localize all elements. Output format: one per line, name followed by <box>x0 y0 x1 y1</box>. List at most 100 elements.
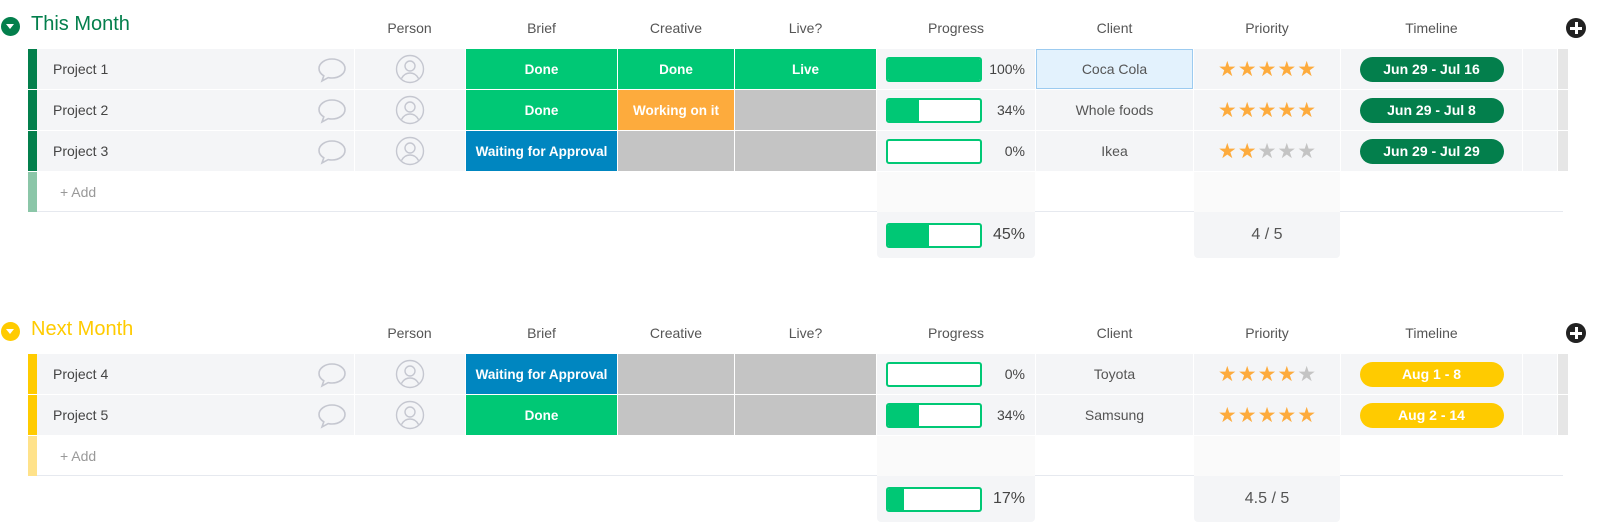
status-brief[interactable]: Done <box>466 395 617 435</box>
column-header-creative[interactable]: Creative <box>618 20 734 36</box>
status-creative[interactable] <box>618 354 734 394</box>
star-icon[interactable]: ★ <box>1218 364 1237 385</box>
person-cell[interactable] <box>355 90 465 130</box>
column-header-brief[interactable]: Brief <box>466 20 617 36</box>
timeline-pill[interactable]: Aug 1 - 8 <box>1359 361 1504 387</box>
star-icon[interactable]: ★ <box>1238 141 1257 162</box>
column-header-live[interactable]: Live? <box>735 325 876 341</box>
star-icon[interactable]: ★ <box>1218 141 1237 162</box>
add-column-icon[interactable] <box>1566 18 1586 38</box>
star-icon[interactable]: ★ <box>1297 405 1316 426</box>
status-brief[interactable]: Waiting for Approval <box>466 131 617 171</box>
row-color-bar <box>28 172 37 212</box>
star-icon[interactable]: ★ <box>1238 405 1257 426</box>
timeline-pill[interactable]: Jun 29 - Jul 16 <box>1359 56 1504 82</box>
item-name[interactable]: Project 3 <box>37 131 354 171</box>
timeline-cell: Aug 2 - 14 <box>1341 395 1522 435</box>
column-header-creative[interactable]: Creative <box>618 325 734 341</box>
status-live[interactable] <box>735 131 876 171</box>
item-name[interactable]: Project 2 <box>37 90 354 130</box>
status-live[interactable] <box>735 90 876 130</box>
table-row: Project 1 Done Done Live 100% Coca Cola ★ ★ ★ ★ ★ J… <box>28 49 1598 90</box>
column-header-priority[interactable]: Priority <box>1194 325 1340 341</box>
column-header-live[interactable]: Live? <box>735 20 876 36</box>
comment-icon[interactable] <box>317 57 347 83</box>
star-icon[interactable]: ★ <box>1277 141 1296 162</box>
comment-icon[interactable] <box>317 98 347 124</box>
table-row: Project 3 Waiting for Approval 0% Ikea ★ ★ ★ ★ ★… <box>28 131 1598 172</box>
column-header-client[interactable]: Client <box>1036 20 1193 36</box>
collapse-icon[interactable] <box>1 322 20 341</box>
comment-icon[interactable] <box>317 139 347 165</box>
client-cell[interactable]: Coca Cola <box>1036 49 1193 89</box>
column-header-timeline[interactable]: Timeline <box>1341 325 1522 341</box>
status-brief[interactable]: Waiting for Approval <box>466 354 617 394</box>
add-item-button[interactable]: + Add <box>60 184 96 200</box>
star-icon[interactable]: ★ <box>1277 100 1296 121</box>
column-header-progress[interactable]: Progress <box>877 20 1035 36</box>
client-cell[interactable]: Samsung <box>1036 395 1193 435</box>
star-icon[interactable]: ★ <box>1238 364 1257 385</box>
column-header-person[interactable]: Person <box>382 325 437 341</box>
priority-rating: ★ ★ ★ ★ ★ <box>1194 354 1340 394</box>
status-live[interactable]: Live <box>735 49 876 89</box>
star-icon[interactable]: ★ <box>1218 100 1237 121</box>
summary-progress-bar <box>886 222 982 248</box>
star-icon[interactable]: ★ <box>1258 59 1277 80</box>
add-item-row[interactable]: + Add <box>28 172 1563 212</box>
client-cell[interactable]: Ikea <box>1036 131 1193 171</box>
star-icon[interactable]: ★ <box>1258 141 1277 162</box>
add-item-button[interactable]: + Add <box>60 448 96 464</box>
status-creative[interactable]: Done <box>618 49 734 89</box>
status-live[interactable] <box>735 354 876 394</box>
person-cell[interactable] <box>355 395 465 435</box>
status-live[interactable] <box>735 395 876 435</box>
group-title[interactable]: Next Month <box>31 318 133 341</box>
item-name[interactable]: Project 1 <box>37 49 354 89</box>
column-header-priority[interactable]: Priority <box>1194 20 1340 36</box>
star-icon[interactable]: ★ <box>1218 59 1237 80</box>
person-cell[interactable] <box>355 49 465 89</box>
star-icon[interactable]: ★ <box>1297 59 1316 80</box>
column-header-progress[interactable]: Progress <box>877 325 1035 341</box>
star-icon[interactable]: ★ <box>1238 59 1257 80</box>
column-header-client[interactable]: Client <box>1036 325 1193 341</box>
star-icon[interactable]: ★ <box>1297 141 1316 162</box>
star-icon[interactable]: ★ <box>1258 405 1277 426</box>
comment-icon[interactable] <box>317 362 347 388</box>
timeline-pill[interactable]: Jun 29 - Jul 8 <box>1359 97 1504 123</box>
add-item-row[interactable]: + Add <box>28 436 1563 476</box>
row-scroll-edge <box>1558 131 1568 171</box>
star-icon[interactable]: ★ <box>1277 59 1296 80</box>
priority-rating: ★ ★ ★ ★ ★ <box>1194 131 1340 171</box>
column-header-brief[interactable]: Brief <box>466 325 617 341</box>
group-title[interactable]: This Month <box>31 13 130 36</box>
item-name[interactable]: Project 4 <box>37 354 354 394</box>
star-icon[interactable]: ★ <box>1297 364 1316 385</box>
client-cell[interactable]: Toyota <box>1036 354 1193 394</box>
column-header-timeline[interactable]: Timeline <box>1341 20 1522 36</box>
star-icon[interactable]: ★ <box>1277 405 1296 426</box>
person-cell[interactable] <box>355 131 465 171</box>
star-icon[interactable]: ★ <box>1258 364 1277 385</box>
star-icon[interactable]: ★ <box>1218 405 1237 426</box>
star-icon[interactable]: ★ <box>1297 100 1316 121</box>
column-header-person[interactable]: Person <box>382 20 437 36</box>
status-creative[interactable]: Working on it <box>618 90 734 130</box>
timeline-pill[interactable]: Aug 2 - 14 <box>1359 402 1504 428</box>
client-cell[interactable]: Whole foods <box>1036 90 1193 130</box>
status-brief[interactable]: Done <box>466 49 617 89</box>
item-name[interactable]: Project 5 <box>37 395 354 435</box>
timeline-pill[interactable]: Jun 29 - Jul 29 <box>1359 138 1504 164</box>
status-brief[interactable]: Done <box>466 90 617 130</box>
comment-icon[interactable] <box>317 403 347 429</box>
add-column-icon[interactable] <box>1566 323 1586 343</box>
status-creative[interactable] <box>618 395 734 435</box>
star-icon[interactable]: ★ <box>1238 100 1257 121</box>
star-icon[interactable]: ★ <box>1258 100 1277 121</box>
status-creative[interactable] <box>618 131 734 171</box>
person-cell[interactable] <box>355 354 465 394</box>
star-icon[interactable]: ★ <box>1277 364 1296 385</box>
progress-cell: 100% <box>877 49 1035 89</box>
collapse-icon[interactable] <box>1 17 20 36</box>
